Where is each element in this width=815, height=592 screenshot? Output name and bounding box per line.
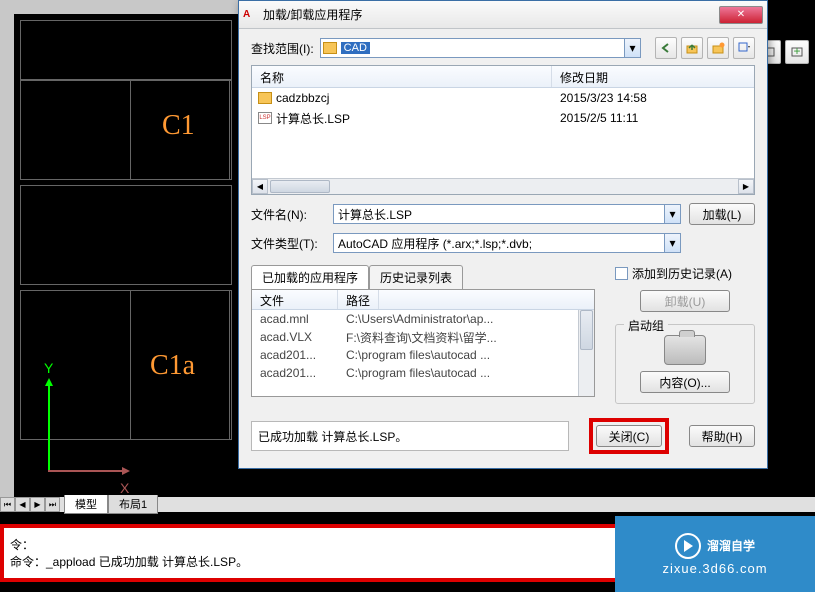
file-row[interactable]: cadzbbzcj2015/3/23 14:58 (252, 88, 754, 108)
filename-value: 计算总长.LSP (338, 206, 412, 223)
cad-line (20, 20, 232, 80)
file-name: 计算总长.LSP (276, 110, 552, 127)
up-folder-icon[interactable] (681, 37, 703, 59)
svg-text:+: + (793, 45, 800, 58)
loaded-path: F:\资料查询\文档资料\留学... (338, 329, 497, 346)
ruler-top (0, 0, 238, 14)
loaded-path: C:\Users\Administrator\ap... (338, 312, 493, 326)
col-date[interactable]: 修改日期 (552, 66, 754, 87)
look-in-value: CAD (341, 42, 370, 54)
file-list-hscroll[interactable]: ◀ ▶ (252, 178, 754, 194)
filetype-field[interactable]: AutoCAD 应用程序 (*.arx;*.lsp;*.dvb; ▾ (333, 233, 681, 253)
scroll-thumb[interactable] (270, 180, 330, 193)
chevron-down-icon[interactable]: ▾ (664, 205, 680, 223)
axis-y-arrow (48, 380, 50, 470)
status-message: 已成功加载 计算总长.LSP。 (251, 421, 569, 451)
scroll-prev-icon[interactable]: ◀ (15, 497, 30, 512)
tab-history-list[interactable]: 历史记录列表 (369, 265, 463, 290)
appload-dialog: A 加载/卸载应用程序 ✕ 查找范围(I): CAD ▾ 名称 修改日期 (238, 0, 768, 469)
folder-icon (323, 42, 337, 54)
cad-label-c1a: C1a (150, 350, 195, 382)
file-date: 2015/3/23 14:58 (552, 91, 647, 105)
checkbox-icon (615, 267, 628, 280)
add-history-checkbox[interactable]: 添加到历史记录(A) (615, 265, 755, 282)
scroll-thumb[interactable] (580, 310, 593, 350)
tab-layout1[interactable]: 布局1 (108, 495, 158, 514)
loaded-file: acad.VLX (252, 330, 338, 344)
titlebar[interactable]: A 加载/卸载应用程序 ✕ (239, 1, 767, 29)
unload-button[interactable]: 卸载(U) (640, 290, 730, 312)
loaded-file: acad.mnl (252, 312, 338, 326)
watermark-name: 溜溜自学 (707, 537, 755, 554)
look-in-combo[interactable]: CAD ▾ (320, 38, 641, 58)
load-button[interactable]: 加载(L) (689, 203, 755, 225)
tab-loaded-apps[interactable]: 已加载的应用程序 (251, 265, 369, 290)
watermark: 溜溜自学 zixue.3d66.com (615, 516, 815, 592)
loaded-apps-list[interactable]: 文件 路径 acad.mnlC:\Users\Administrator\ap.… (251, 289, 595, 397)
loaded-list-vscroll[interactable] (578, 310, 594, 396)
scroll-first-icon[interactable]: ⏮ (0, 497, 15, 512)
startup-group: 启动组 内容(O)... (615, 324, 755, 404)
filename-field[interactable]: 计算总长.LSP ▾ (333, 204, 681, 224)
loaded-file: acad201... (252, 366, 338, 380)
loaded-row[interactable]: acad.mnlC:\Users\Administrator\ap... (252, 310, 594, 328)
col-file[interactable]: 文件 (252, 290, 338, 309)
new-folder-icon[interactable] (707, 37, 729, 59)
scroll-last-icon[interactable]: ⏭ (45, 497, 60, 512)
loaded-row[interactable]: acad201...C:\program files\autocad ... (252, 346, 594, 364)
app-icon: A (243, 7, 259, 23)
filetype-label: 文件类型(T): (251, 235, 325, 252)
filename-label: 文件名(N): (251, 206, 325, 223)
close-icon[interactable]: ✕ (719, 6, 763, 24)
briefcase-icon[interactable] (664, 335, 706, 365)
contents-button[interactable]: 内容(O)... (640, 371, 730, 393)
chevron-down-icon[interactable]: ▾ (664, 234, 680, 252)
tab-model[interactable]: 模型 (64, 495, 108, 514)
startup-group-title: 启动组 (624, 317, 668, 334)
loaded-row[interactable]: acad.VLXF:\资料查询\文档资料\留学... (252, 328, 594, 346)
add-history-label: 添加到历史记录(A) (632, 265, 732, 282)
file-date: 2015/2/5 11:11 (552, 111, 638, 125)
close-button[interactable]: 关闭(C) (596, 425, 662, 447)
play-icon (675, 533, 701, 559)
file-list[interactable]: 名称 修改日期 cadzbbzcj2015/3/23 14:58 LSP 计算总长.… (251, 65, 755, 195)
loaded-path: C:\program files\autocad ... (338, 348, 490, 362)
cad-label-c1: C1 (162, 110, 195, 142)
loaded-row[interactable]: acad201...C:\program files\autocad ... (252, 364, 594, 382)
filetype-value: AutoCAD 应用程序 (*.arx;*.lsp;*.dvb; (338, 235, 532, 252)
watermark-url: zixue.3d66.com (662, 561, 767, 576)
status-text: 已成功加载 计算总长.LSP。 (258, 428, 407, 445)
col-path[interactable]: 路径 (338, 290, 379, 309)
file-list-header: 名称 修改日期 (252, 66, 754, 88)
folder-icon (258, 92, 272, 104)
dialog-title: 加载/卸载应用程序 (263, 6, 719, 23)
viewport-tabbar: ⏮ ◀ ▶ ⏭ 模型 布局1 (0, 497, 815, 512)
scroll-next-icon[interactable]: ▶ (30, 497, 45, 512)
scroll-left-icon[interactable]: ◀ (252, 179, 268, 194)
loaded-file: acad201... (252, 348, 338, 362)
axis-x-label: X (120, 480, 129, 496)
close-button-highlight: 关闭(C) (589, 418, 669, 454)
file-name: cadzbbzcj (276, 91, 552, 105)
axis-x-arrow (48, 470, 128, 472)
loaded-path: C:\program files\autocad ... (338, 366, 490, 380)
lsp-file-icon: LSP (258, 112, 272, 124)
chevron-down-icon[interactable]: ▾ (624, 39, 640, 57)
back-icon[interactable] (655, 37, 677, 59)
add-icon[interactable]: + (785, 40, 809, 64)
view-menu-icon[interactable] (733, 37, 755, 59)
col-name[interactable]: 名称 (252, 66, 552, 87)
look-in-label: 查找范围(I): (251, 40, 314, 57)
scroll-right-icon[interactable]: ▶ (738, 179, 754, 194)
ruler-left (0, 0, 14, 500)
help-button[interactable]: 帮助(H) (689, 425, 755, 447)
cad-line (20, 185, 232, 285)
file-row[interactable]: LSP 计算总长.LSP2015/2/5 11:11 (252, 108, 754, 128)
